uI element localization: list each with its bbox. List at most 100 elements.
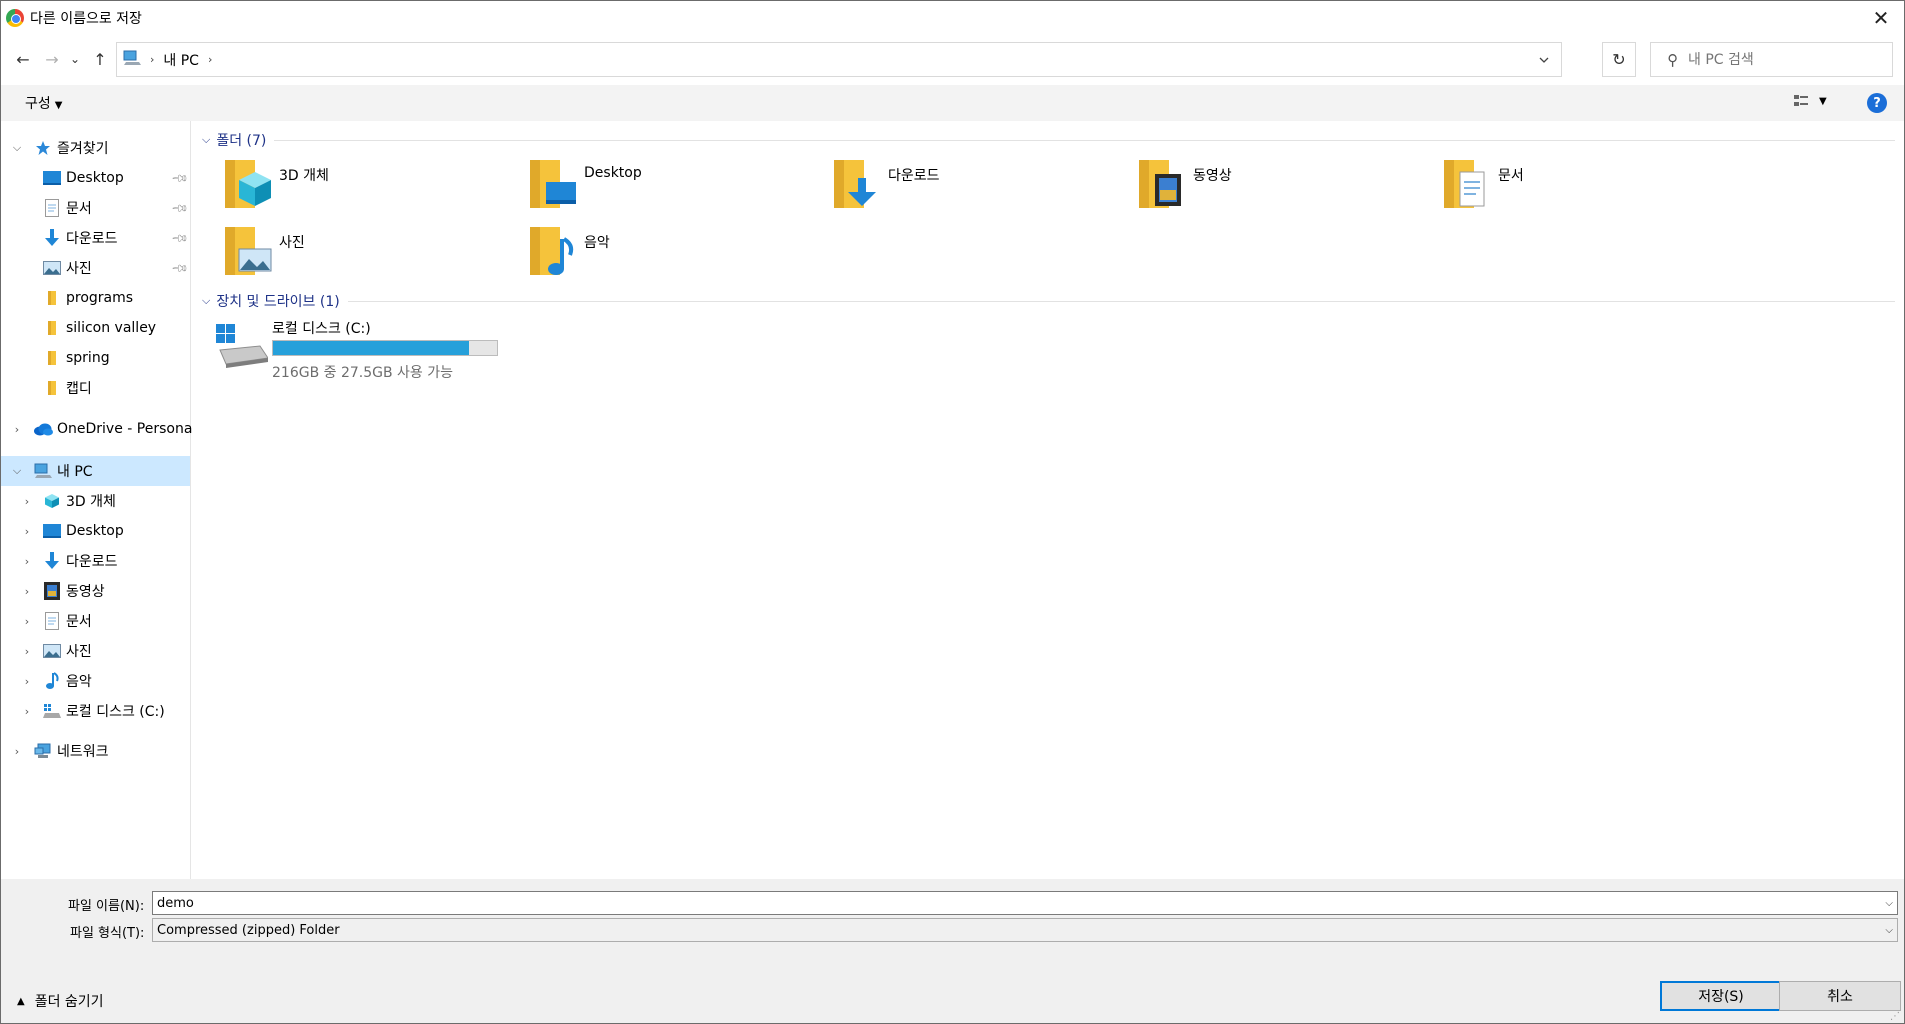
desktop-icon (42, 521, 62, 541)
folder-icon (42, 348, 62, 368)
chevron-right-icon[interactable]: › (20, 705, 34, 718)
chevron-right-icon[interactable]: › (20, 495, 34, 508)
sidebar-item-network[interactable]: › 네트워크 (1, 736, 190, 766)
sidebar-item-capdi[interactable]: 캡디 (1, 373, 190, 403)
group-header-drives[interactable]: ⌵ 장치 및 드라이브 (1) (202, 291, 1895, 311)
group-header-label: 장치 및 드라이브 (1) (216, 294, 340, 310)
cancel-button[interactable]: 취소 (1779, 981, 1901, 1011)
breadcrumb-this-pc[interactable]: 내 PC (163, 50, 199, 70)
sidebar-item-desktop-pc[interactable]: › Desktop (1, 516, 190, 546)
search-box[interactable]: ⚲ (1650, 42, 1893, 77)
folder-music[interactable]: 음악 (528, 223, 828, 285)
up-button[interactable]: ↑ (88, 41, 112, 77)
sidebar-item-3d-objects[interactable]: › 3D 개체 (1, 486, 190, 516)
sidebar-item-label: 즐겨찾기 (57, 141, 109, 157)
chevron-right-icon[interactable]: › (20, 585, 34, 598)
address-bar[interactable]: › 내 PC › (116, 42, 1562, 77)
folder-label: Desktop (584, 165, 642, 181)
chevron-down-icon[interactable]: ⌵ (10, 464, 24, 478)
this-pc-icon (33, 461, 53, 481)
folder-desktop[interactable]: Desktop (528, 156, 828, 218)
navigation-bar: ← → ⌄ ↑ › 내 PC › ↻ ⚲ (1, 41, 1904, 77)
save-button[interactable]: 저장(S) (1660, 981, 1782, 1011)
save-as-dialog: 다른 이름으로 저장 ✕ ← → ⌄ ↑ › 내 PC › ↻ ⚲ 구성▼ (0, 0, 1905, 1024)
filetype-value[interactable]: Compressed (zipped) Folder (157, 923, 340, 938)
sidebar-item-pictures[interactable]: 사진 📌︎ (1, 253, 190, 283)
folder-documents[interactable]: 문서 (1442, 156, 1742, 218)
chevron-down-icon[interactable]: ⌵ (202, 294, 210, 308)
close-button[interactable]: ✕ (1858, 1, 1904, 35)
folder-label: 음악 (584, 235, 610, 251)
chevron-down-icon[interactable]: ⌵ (10, 141, 24, 155)
recent-locations-button[interactable]: ⌄ (63, 41, 87, 77)
back-button[interactable]: ← (11, 41, 35, 77)
chevron-right-icon[interactable]: › (20, 675, 34, 688)
filename-field[interactable]: demo ⌵ (152, 891, 1898, 915)
filename-value[interactable]: demo (157, 896, 194, 911)
organize-label: 구성 (25, 96, 51, 112)
chevron-down-icon[interactable]: ⌵ (1885, 898, 1893, 909)
chevron-right-icon[interactable]: › (10, 745, 24, 758)
refresh-button[interactable]: ↻ (1602, 42, 1636, 77)
sidebar-item-local-disk[interactable]: › 로컬 디스크 (C:) (1, 696, 190, 726)
desktop-folder-icon (528, 156, 580, 212)
navigation-pane: ⌵ 즐겨찾기 Desktop 📌︎ 문서 📌︎ 다운로드 📌︎ 사진 📌︎ pr… (1, 121, 197, 879)
sidebar-item-pictures-pc[interactable]: › 사진 (1, 636, 190, 666)
chevron-right-icon[interactable]: › (20, 615, 34, 628)
pictures-folder-icon (223, 223, 275, 279)
help-button[interactable]: ? (1867, 93, 1887, 113)
desktop-icon (42, 168, 62, 188)
folder-downloads[interactable]: 다운로드 (832, 156, 1132, 218)
chevron-right-icon[interactable]: › (20, 525, 34, 538)
sidebar-item-onedrive[interactable]: › OneDrive - Personal (1, 414, 197, 444)
sidebar-item-downloads[interactable]: 다운로드 📌︎ (1, 223, 190, 253)
sidebar-item-desktop[interactable]: Desktop 📌︎ (1, 163, 190, 193)
sidebar-item-this-pc[interactable]: ⌵ 내 PC (1, 456, 190, 486)
chevron-right-icon[interactable]: › (20, 645, 34, 658)
chevron-right-icon[interactable]: › (20, 555, 34, 568)
sidebar-item-label: 사진 (66, 644, 92, 660)
address-dropdown-button[interactable] (1527, 43, 1561, 76)
hide-folders-button[interactable]: ▲ 폴더 숨기기 (17, 991, 104, 1011)
title-bar: 다른 이름으로 저장 ✕ (1, 1, 1904, 35)
pin-icon: 📌︎ (170, 228, 190, 248)
sidebar-item-videos[interactable]: › 동영상 (1, 576, 190, 606)
resize-grip-icon[interactable]: ⋰ (1890, 1011, 1902, 1023)
breadcrumb-separator[interactable]: › (208, 53, 212, 66)
sidebar-item-programs[interactable]: programs (1, 283, 190, 313)
sidebar-item-quick-access[interactable]: ⌵ 즐겨찾기 (1, 133, 190, 163)
group-header-folders[interactable]: ⌵ 폴더 (7) (202, 130, 1895, 150)
drive-local-disk-c[interactable]: 로컬 디스크 (C:) 216GB 중 27.5GB 사용 가능 (214, 318, 534, 388)
chevron-down-icon[interactable]: ⌵ (202, 133, 210, 147)
organize-button[interactable]: 구성 ▼ (25, 93, 62, 113)
search-input[interactable] (1688, 51, 1868, 68)
chrome-icon (6, 9, 24, 27)
caret-down-icon: ▼ (1819, 95, 1827, 107)
folder-videos[interactable]: 동영상 (1137, 156, 1437, 218)
music-icon (42, 671, 62, 691)
sidebar-item-documents[interactable]: 문서 📌︎ (1, 193, 190, 223)
chevron-right-icon[interactable]: › (10, 423, 24, 436)
forward-button[interactable]: → (40, 41, 64, 77)
filetype-select[interactable]: Compressed (zipped) Folder ⌵ (152, 918, 1898, 942)
group-divider (274, 139, 1895, 141)
this-pc-icon (123, 50, 141, 70)
sidebar-item-spring[interactable]: spring (1, 343, 190, 373)
sidebar-item-downloads-pc[interactable]: › 다운로드 (1, 546, 190, 576)
sidebar-item-label: 사진 (66, 261, 92, 277)
3d-objects-folder-icon (223, 156, 275, 212)
sidebar-item-label: 음악 (66, 674, 92, 690)
folder-pictures[interactable]: 사진 (223, 223, 523, 285)
change-view-button[interactable]: ▼ (1793, 93, 1827, 109)
folder-3d-objects[interactable]: 3D 개체 (223, 156, 523, 218)
sidebar-item-label: Desktop (66, 523, 124, 539)
sidebar-item-music[interactable]: › 음악 (1, 666, 190, 696)
sidebar-item-silicon-valley[interactable]: silicon valley (1, 313, 190, 343)
sidebar-item-documents-pc[interactable]: › 문서 (1, 606, 190, 636)
breadcrumb-separator[interactable]: › (150, 53, 154, 66)
chevron-down-icon[interactable]: ⌵ (1885, 925, 1893, 936)
drive-free-space: 216GB 중 27.5GB 사용 가능 (272, 365, 454, 381)
pin-icon: 📌︎ (170, 258, 190, 278)
pin-icon: 📌︎ (170, 168, 190, 188)
pictures-icon (42, 641, 62, 661)
